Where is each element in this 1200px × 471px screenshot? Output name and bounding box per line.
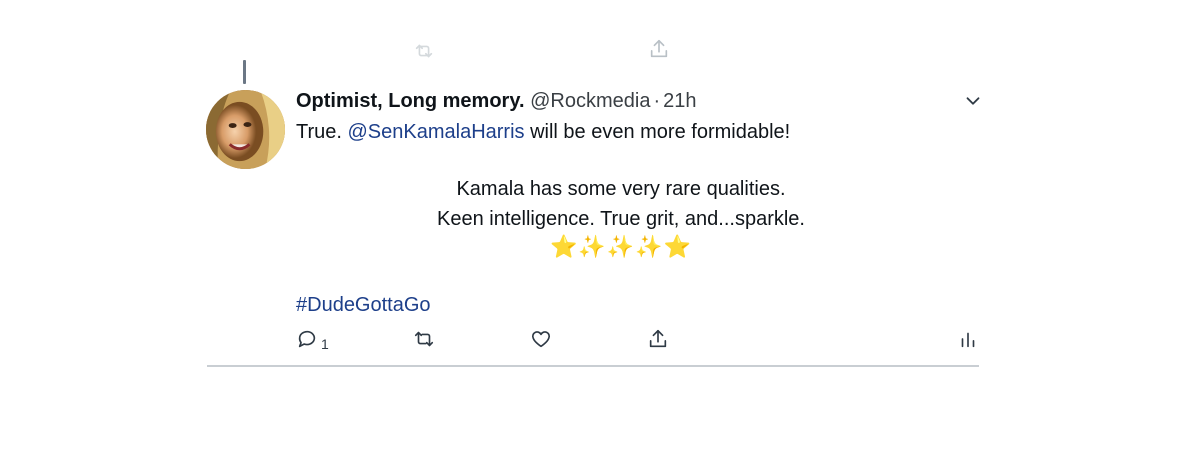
share-button[interactable] — [647, 328, 669, 354]
like-button[interactable] — [530, 328, 552, 354]
previous-share-icon[interactable] — [648, 38, 670, 60]
tweet-text-start: True. — [296, 121, 348, 143]
tweet-text-line: True. @SenKamalaHarris will be even more… — [296, 119, 790, 145]
user-handle[interactable]: @Rockmedia — [530, 90, 650, 112]
analytics-button[interactable] — [957, 328, 979, 354]
tweet-text-end: will be even more formidable! — [524, 121, 791, 143]
more-options-chevron-icon[interactable] — [962, 92, 984, 110]
tweet-divider — [207, 365, 979, 367]
reply-button[interactable]: 1 — [296, 328, 329, 354]
display-name[interactable]: Optimist, Long memory. — [296, 90, 525, 112]
reply-icon — [296, 328, 318, 355]
previous-retweet-icon[interactable] — [413, 40, 435, 62]
tweet-emoji-line: ⭐✨✨✨⭐ — [550, 234, 692, 259]
thread-connector-line — [243, 60, 246, 84]
retweet-button[interactable] — [413, 328, 435, 354]
avatar[interactable] — [206, 90, 285, 169]
tweet-header: Optimist, Long memory. @Rockmedia · 21h — [296, 88, 697, 114]
tweet-centered-line-1: Kamala has some very rare qualities. — [456, 178, 786, 200]
retweet-icon — [413, 328, 435, 355]
tweet-timestamp[interactable]: 21h — [663, 90, 696, 112]
heart-icon — [530, 328, 552, 355]
mention-link[interactable]: @SenKamalaHarris — [348, 121, 525, 143]
share-icon — [647, 328, 669, 355]
separator-dot: · — [653, 90, 661, 112]
reply-count: 1 — [321, 336, 329, 352]
tweet-centered-line-2: Keen intelligence. True grit, and...spar… — [437, 208, 805, 230]
analytics-icon — [957, 328, 979, 355]
hashtag-link[interactable]: #DudeGottaGo — [296, 292, 431, 318]
